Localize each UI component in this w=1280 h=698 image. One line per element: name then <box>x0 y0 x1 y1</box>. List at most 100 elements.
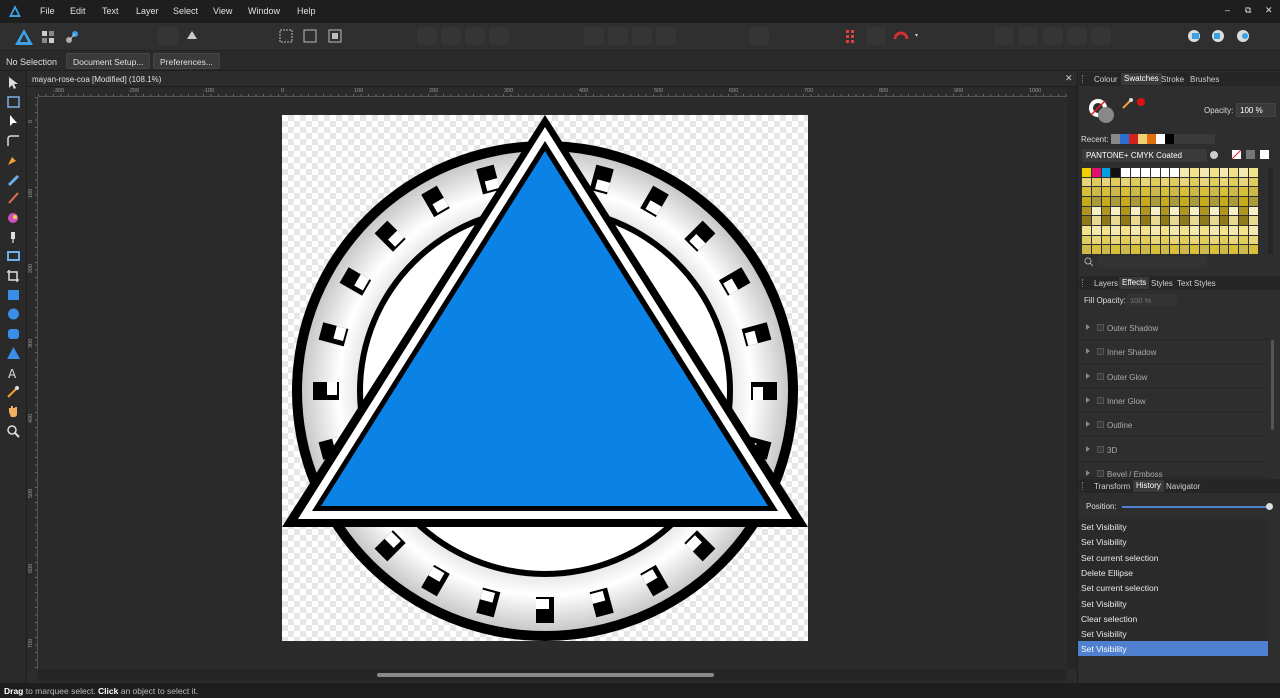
swatch[interactable] <box>1239 177 1249 187</box>
swatch[interactable] <box>1101 245 1111 254</box>
swatch[interactable] <box>1091 187 1101 196</box>
zoom-tool-icon[interactable] <box>6 424 21 438</box>
swatch[interactable] <box>1101 168 1111 177</box>
preferences-button[interactable]: Preferences... <box>153 53 220 69</box>
assistant-icon[interactable] <box>182 27 202 45</box>
swatch[interactable] <box>1101 177 1111 187</box>
recent-swatch[interactable] <box>1138 134 1147 144</box>
fill-stroke-icon[interactable] <box>1088 97 1118 125</box>
swatch[interactable] <box>1111 235 1121 245</box>
expand-icon[interactable] <box>1086 348 1090 354</box>
swatch[interactable] <box>1082 177 1091 187</box>
swatch[interactable] <box>1101 206 1111 216</box>
swatch[interactable] <box>1180 235 1190 245</box>
history-item[interactable]: Set Visibility <box>1078 519 1268 534</box>
swatch[interactable] <box>1239 226 1249 235</box>
artboard-tool-icon[interactable] <box>6 95 21 109</box>
rounded-rect-tool-icon[interactable] <box>6 327 21 341</box>
swatch[interactable] <box>1170 235 1180 245</box>
expand-icon[interactable] <box>1086 397 1090 403</box>
swatch[interactable] <box>1131 216 1140 225</box>
menu-layer[interactable]: Layer <box>136 6 159 16</box>
swatch[interactable] <box>1160 206 1170 216</box>
history-item[interactable]: Delete Ellipse <box>1078 565 1268 580</box>
tab-text-styles[interactable]: Text Styles <box>1177 279 1216 288</box>
history-item[interactable]: Set Visibility <box>1078 626 1268 641</box>
swatch[interactable] <box>1170 177 1180 187</box>
fill-opacity-field[interactable]: 100 % <box>1127 294 1177 306</box>
swatch[interactable] <box>1121 197 1131 206</box>
ellipse-tool-icon[interactable] <box>6 307 21 321</box>
swatch[interactable] <box>1219 197 1229 206</box>
swatch[interactable] <box>1249 226 1258 235</box>
swatch[interactable] <box>1239 168 1249 177</box>
recent-swatch[interactable] <box>1120 134 1129 144</box>
swatch[interactable] <box>1160 177 1170 187</box>
move-tool-icon[interactable] <box>6 76 21 90</box>
swatch[interactable] <box>1199 187 1209 196</box>
swatch[interactable] <box>1101 216 1111 225</box>
swatch[interactable] <box>1150 197 1160 206</box>
effect-checkbox[interactable] <box>1097 397 1104 404</box>
swatch[interactable] <box>1160 187 1170 196</box>
swatch[interactable] <box>1121 177 1131 187</box>
history-item[interactable]: Set current selection <box>1078 580 1268 595</box>
swatch[interactable] <box>1199 177 1209 187</box>
crop-tool-icon[interactable] <box>6 269 21 283</box>
swatch[interactable] <box>1091 206 1101 216</box>
effect-outer-glow[interactable]: Outer Glow <box>1080 365 1268 389</box>
studio-2-icon[interactable] <box>1208 27 1228 45</box>
swatch[interactable] <box>1121 226 1131 235</box>
swatch[interactable] <box>1209 206 1219 216</box>
swatch[interactable] <box>1199 216 1209 225</box>
swatch[interactable] <box>1111 197 1121 206</box>
palette-select[interactable]: PANTONE+ CMYK Coated <box>1082 149 1207 162</box>
menu-window[interactable]: Window <box>248 6 280 16</box>
expand-icon[interactable] <box>1086 324 1090 330</box>
swatch[interactable] <box>1199 206 1209 216</box>
swatch[interactable] <box>1239 235 1249 245</box>
menu-file[interactable]: File <box>40 6 55 16</box>
swatch[interactable] <box>1180 216 1190 225</box>
swatch[interactable] <box>1249 197 1258 206</box>
swatch[interactable] <box>1219 226 1229 235</box>
swatch[interactable] <box>1180 226 1190 235</box>
swatch[interactable] <box>1239 216 1249 225</box>
horizontal-scroll-thumb[interactable] <box>377 673 714 677</box>
swatch[interactable] <box>1082 216 1091 225</box>
effect-checkbox[interactable] <box>1097 348 1104 355</box>
swatch[interactable] <box>1219 235 1229 245</box>
swatch[interactable] <box>1121 168 1131 177</box>
swatch[interactable] <box>1140 168 1150 177</box>
effect-outer-shadow[interactable]: Outer Shadow <box>1080 316 1268 340</box>
expand-icon[interactable] <box>1086 470 1090 476</box>
panel-grip-icon[interactable] <box>1082 75 1084 83</box>
swatch[interactable] <box>1199 168 1209 177</box>
swatch[interactable] <box>1091 216 1101 225</box>
swatch[interactable] <box>1209 197 1219 206</box>
swatch[interactable] <box>1131 187 1140 196</box>
swatch[interactable] <box>1121 187 1131 196</box>
swatch[interactable] <box>1160 168 1170 177</box>
swatch[interactable] <box>1111 245 1121 254</box>
swatch[interactable] <box>1170 245 1180 254</box>
tab-effects[interactable]: Effects <box>1119 277 1150 289</box>
swatch[interactable] <box>1170 216 1180 225</box>
swatch[interactable] <box>1111 206 1121 216</box>
flip-vertical-icon[interactable] <box>608 27 628 45</box>
swatch[interactable] <box>1131 235 1140 245</box>
swatch[interactable] <box>1190 245 1199 254</box>
designer-persona-icon[interactable] <box>14 28 34 46</box>
swatch[interactable] <box>1229 226 1239 235</box>
swatch[interactable] <box>1249 206 1258 216</box>
swatch[interactable] <box>1150 177 1160 187</box>
swatch[interactable] <box>1091 177 1101 187</box>
swatch[interactable] <box>1140 235 1150 245</box>
menu-view[interactable]: View <box>213 6 232 16</box>
menu-help[interactable]: Help <box>297 6 316 16</box>
swatch[interactable] <box>1091 245 1101 254</box>
swatch[interactable] <box>1239 245 1249 254</box>
swatch[interactable] <box>1209 226 1219 235</box>
swatch[interactable] <box>1091 226 1101 235</box>
swatch[interactable] <box>1229 197 1239 206</box>
